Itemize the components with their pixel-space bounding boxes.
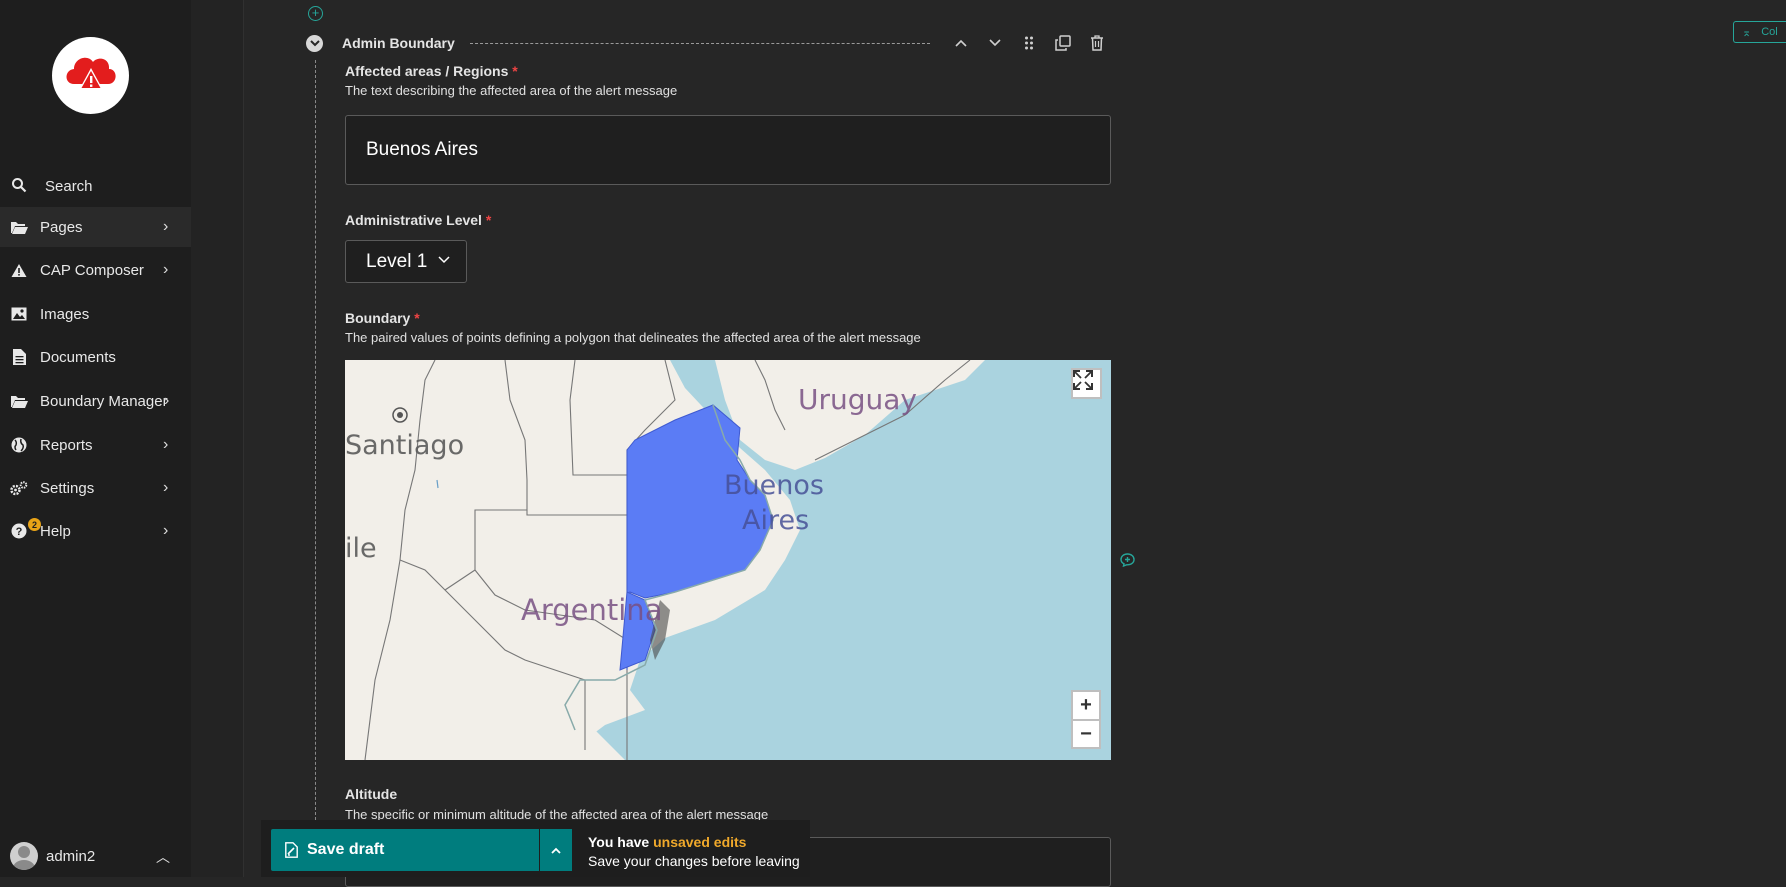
move-up-button[interactable] <box>951 33 971 53</box>
map-tiles <box>345 360 985 760</box>
sidebar: Search Pages › CAP Composer › Images Doc… <box>0 0 191 877</box>
collapse-block-button[interactable] <box>306 35 323 52</box>
cloud-alert-icon <box>62 48 120 103</box>
sidebar-item-label: Images <box>40 305 90 323</box>
sidebar-item-label: Search <box>45 178 93 195</box>
user-menu[interactable]: admin2 <box>10 842 95 870</box>
folder-open-icon <box>10 218 28 236</box>
sidebar-item-boundary-manager[interactable]: Boundary Manager › <box>0 381 191 421</box>
sidebar-item-label: Pages <box>40 218 83 236</box>
chevron-down-icon <box>309 40 320 47</box>
sidebar-item-documents[interactable]: Documents <box>0 337 191 377</box>
document-icon <box>10 348 28 366</box>
map-label-uruguay: Uruguay <box>798 383 917 416</box>
map-label-buenos: Buenos <box>724 470 824 501</box>
affected-areas-value: Buenos Aires <box>366 139 478 160</box>
sidebar-item-images[interactable]: Images <box>0 294 191 334</box>
affected-areas-label: Affected areas / Regions * <box>345 63 518 79</box>
affected-areas-input[interactable]: Buenos Aires <box>345 115 1111 185</box>
sidebar-item-cap-composer[interactable]: CAP Composer › <box>0 250 191 290</box>
save-bar: Save draft You have unsaved edits Save y… <box>261 820 810 877</box>
map-label-chile: ile <box>345 533 377 564</box>
chevron-right-icon: › <box>163 218 169 235</box>
fullscreen-icon <box>1073 370 1093 390</box>
svg-text:?: ? <box>16 526 23 538</box>
save-draft-label: Save draft <box>307 841 385 858</box>
sidebar-item-label: Reports <box>40 436 93 454</box>
altitude-label: Altitude <box>345 786 398 802</box>
move-down-button[interactable] <box>985 33 1005 53</box>
image-icon <box>10 305 28 323</box>
sidebar-item-reports[interactable]: Reports › <box>0 425 191 465</box>
affected-areas-help: The text describing the affected area of… <box>345 83 678 98</box>
trash-icon <box>1091 35 1103 51</box>
boundary-label: Boundary * <box>345 310 420 326</box>
globe-icon <box>10 436 28 454</box>
boundary-help: The paired values of points defining a p… <box>345 330 921 345</box>
chevron-up-icon <box>955 39 967 47</box>
chevron-up-icon <box>551 847 561 854</box>
sidebar-item-pages[interactable]: Pages › <box>0 207 191 247</box>
boundary-map[interactable]: Uruguay Santiago Buenos Aires Argentina … <box>345 360 1111 760</box>
block-divider <box>470 43 930 44</box>
copy-icon <box>1055 35 1071 51</box>
zoom-out-button[interactable]: − <box>1071 719 1101 749</box>
warning-icon <box>10 261 28 279</box>
unsaved-message: You have unsaved edits <box>588 834 747 850</box>
sidebar-item-search[interactable]: Search <box>0 165 191 205</box>
add-block-icon[interactable]: + <box>308 6 323 21</box>
avatar <box>10 842 38 870</box>
unsaved-highlight: unsaved edits <box>653 834 747 850</box>
zoom-in-button[interactable]: + <box>1071 690 1101 720</box>
document-edit-icon <box>285 842 298 863</box>
unsaved-note: Save your changes before leaving <box>588 853 800 869</box>
admin-level-value: Level 1 <box>366 250 428 272</box>
delete-button[interactable] <box>1087 33 1107 53</box>
help-icon: ? 2 <box>10 518 41 540</box>
duplicate-button[interactable] <box>1053 33 1073 53</box>
drag-dots-icon <box>1025 36 1033 50</box>
save-draft-button[interactable]: Save draft <box>271 829 539 871</box>
app-logo[interactable] <box>52 37 129 114</box>
collapse-all-button[interactable]: ⌅ Col <box>1733 21 1786 43</box>
drag-handle[interactable] <box>1019 33 1039 53</box>
chevron-right-icon: › <box>163 479 169 496</box>
collapse-up-icon: ⌅ <box>1742 26 1752 39</box>
sidebar-item-label: Documents <box>40 348 116 366</box>
chevron-right-icon: › <box>164 392 170 409</box>
folder-open-icon <box>10 392 28 410</box>
chevron-down-icon <box>989 39 1001 47</box>
admin-level-label: Administrative Level * <box>345 212 492 228</box>
chevron-right-icon: › <box>163 261 169 278</box>
map-label-argentina: Argentina <box>521 593 663 627</box>
chevron-right-icon: › <box>163 436 169 453</box>
cogs-icon <box>10 479 28 497</box>
sidebar-item-label: Boundary Manager <box>40 392 168 410</box>
map-label-santiago: Santiago <box>345 430 465 461</box>
sidebar-item-help[interactable]: ? 2 Help › <box>0 511 191 551</box>
admin-level-select[interactable]: Level 1 <box>345 240 467 283</box>
secondary-gutter <box>191 0 244 877</box>
sidebar-item-label: Help <box>40 522 71 540</box>
chevron-right-icon: › <box>163 522 169 539</box>
user-name: admin2 <box>46 847 96 865</box>
block-title: Admin Boundary <box>342 35 455 51</box>
search-icon <box>10 176 28 194</box>
map-label-aires: Aires <box>742 505 810 536</box>
sidebar-item-label: Settings <box>40 479 95 497</box>
collapse-all-label: Col <box>1761 26 1778 38</box>
save-options-toggle[interactable] <box>540 829 572 871</box>
sidebar-item-settings[interactable]: Settings › <box>0 468 191 508</box>
fullscreen-button[interactable] <box>1071 368 1102 399</box>
block-guide-line <box>315 60 316 830</box>
chevron-up-icon[interactable]: ︿ <box>156 847 170 867</box>
sidebar-item-label: CAP Composer <box>40 261 144 279</box>
chevron-down-icon <box>438 256 450 264</box>
comment-add-icon[interactable] <box>1120 553 1135 572</box>
